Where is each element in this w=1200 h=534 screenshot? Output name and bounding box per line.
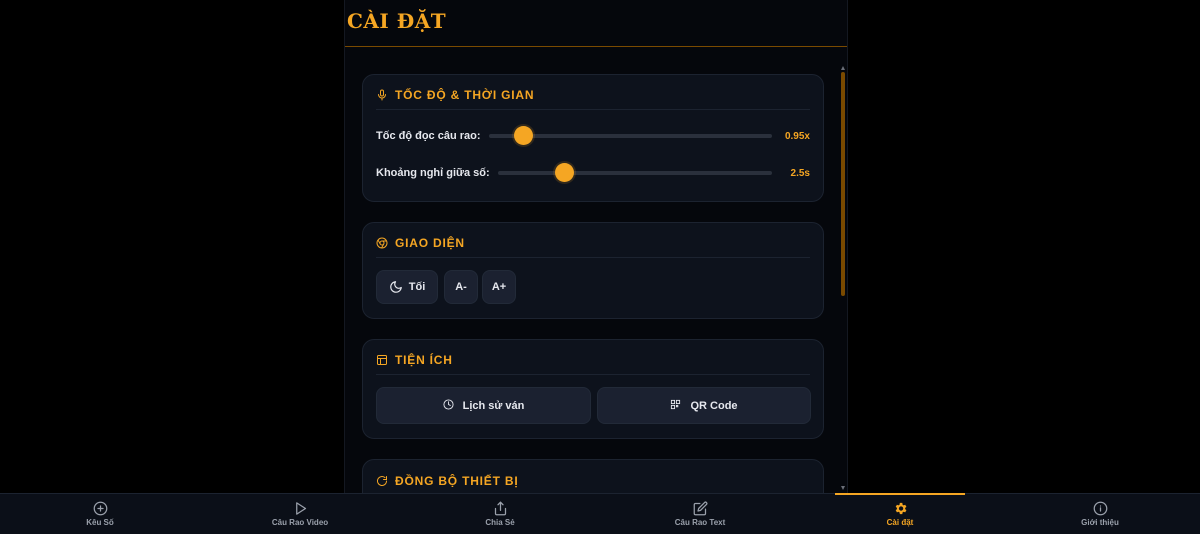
clock-icon <box>443 398 457 413</box>
nav-item-cau-rao-text[interactable]: Câu Rao Text <box>600 494 800 534</box>
scrollbar-thumb[interactable] <box>841 72 845 296</box>
nav-label: Kêu Số <box>86 518 114 527</box>
pause-label: Khoảng nghỉ giữa số: <box>376 167 490 179</box>
card-title: TIỆN ÍCH <box>395 353 453 367</box>
history-button[interactable]: Lịch sử ván <box>376 387 591 424</box>
nav-item-chia-se[interactable]: Chia Sẻ <box>400 494 600 534</box>
panel-header: CÀI ĐẶT <box>345 0 847 47</box>
font-smaller-label: A- <box>455 281 467 293</box>
palette-icon <box>376 237 388 249</box>
font-larger-label: A+ <box>491 281 507 293</box>
pause-slider[interactable] <box>497 163 772 182</box>
font-larger-button[interactable]: A+ <box>482 270 516 304</box>
bottom-nav: Kêu Số Câu Rao Video Chia Sẻ Câu Rao Tex… <box>0 493 1200 534</box>
scroll-down-arrow[interactable] <box>841 486 845 490</box>
card-title: TỐC ĐỘ & THỜI GIAN <box>395 88 535 102</box>
plus-circle-icon <box>93 501 108 516</box>
pause-row: Khoảng nghỉ giữa số: 2.5s <box>376 162 810 184</box>
qr-code-icon <box>670 399 684 413</box>
card-header: TỐC ĐỘ & THỜI GIAN <box>376 75 810 110</box>
history-label: Lịch sử ván <box>462 399 525 412</box>
nav-label: Câu Rao Text <box>674 518 726 527</box>
card-title: ĐỒNG BỘ THIẾT BỊ <box>395 473 519 488</box>
nav-item-cau-rao-video[interactable]: Câu Rao Video <box>200 494 400 534</box>
gear-icon <box>893 501 908 516</box>
pause-value: 2.5s <box>790 167 810 179</box>
refresh-icon <box>376 475 388 487</box>
layout-icon <box>376 354 388 366</box>
read-speed-value: 0.95x <box>784 130 810 142</box>
qr-code-button[interactable]: QR Code <box>597 387 811 424</box>
page-title: CÀI ĐẶT <box>347 9 447 33</box>
qr-code-label: QR Code <box>690 399 738 412</box>
card-header: GIAO DIỆN <box>376 223 810 258</box>
nav-label: Câu Rao Video <box>271 518 329 527</box>
theme-dark-label: Tối <box>408 281 426 293</box>
read-speed-slider[interactable] <box>488 126 772 145</box>
share-icon <box>493 501 508 516</box>
play-icon <box>293 501 308 516</box>
card-header: TIỆN ÍCH <box>376 340 810 375</box>
scroll-up-arrow[interactable] <box>841 66 845 70</box>
app-root: CÀI ĐẶT TỐC ĐỘ & THỜI GIAN Tốc độ đọc câ… <box>0 0 1200 534</box>
edit-icon <box>693 501 708 516</box>
card-title: GIAO DIỆN <box>395 236 465 250</box>
speed-time-card: TỐC ĐỘ & THỜI GIAN Tốc độ đọc câu rao: 0… <box>362 74 824 202</box>
info-icon <box>1093 501 1108 516</box>
nav-label: Cài đặt <box>886 518 914 527</box>
font-smaller-button[interactable]: A- <box>444 270 478 304</box>
appearance-card: GIAO DIỆN Tối A- A+ <box>362 222 824 319</box>
read-speed-row: Tốc độ đọc câu rao: 0.95x <box>376 125 810 147</box>
nav-item-keu-so[interactable]: Kêu Số <box>0 494 200 534</box>
nav-label: Chia Sẻ <box>485 518 515 527</box>
settings-panel: CÀI ĐẶT TỐC ĐỘ & THỜI GIAN Tốc độ đọc câ… <box>344 0 848 493</box>
scrollbar[interactable] <box>841 66 846 490</box>
pause-slider-thumb[interactable] <box>554 163 574 182</box>
theme-dark-button[interactable]: Tối <box>376 270 438 304</box>
moon-icon <box>389 280 403 294</box>
nav-item-gioi-thieu[interactable]: Giới thiệu <box>1000 494 1200 534</box>
card-header: ĐỒNG BỘ THIẾT BỊ <box>376 460 810 493</box>
utilities-card: TIỆN ÍCH Lịch sử ván QR Code <box>362 339 824 439</box>
read-speed-slider-thumb[interactable] <box>513 126 533 145</box>
nav-label: Giới thiệu <box>1081 518 1119 527</box>
microphone-icon <box>376 89 388 101</box>
device-sync-card: ĐỒNG BỘ THIẾT BỊ <box>362 459 824 493</box>
nav-item-cai-dat[interactable]: Cài đặt <box>800 493 1000 534</box>
read-speed-label: Tốc độ đọc câu rao: <box>376 130 481 142</box>
